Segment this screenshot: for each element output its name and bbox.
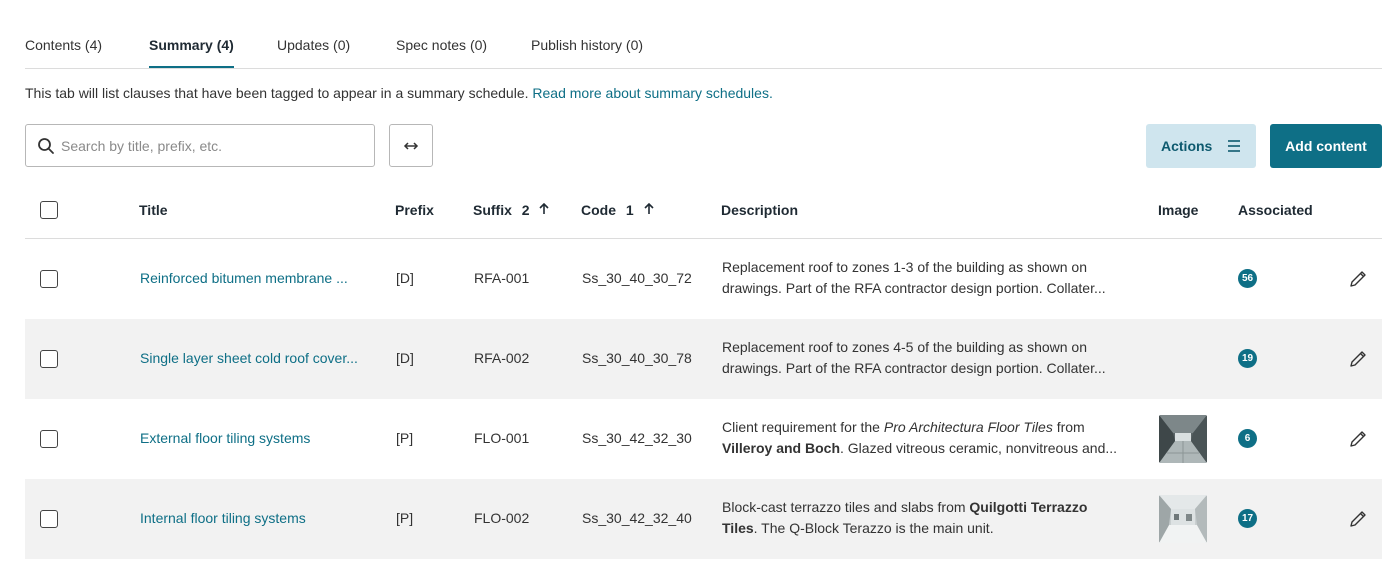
header-associated[interactable]: Associated [1238,202,1313,218]
intro-text: This tab will list clauses that have bee… [25,85,773,101]
search-icon [38,138,54,154]
row-suffix: FLO-001 [474,430,530,446]
sort-up-icon [644,203,654,214]
tab-contents[interactable]: Contents (4) [25,37,102,53]
row-suffix: RFA-001 [474,270,530,286]
row-suffix: RFA-002 [474,350,530,366]
row-prefix: [D] [396,270,414,286]
row-image-thumbnail[interactable] [1159,415,1207,463]
suffix-sort-order: 2 [521,202,530,218]
row-prefix: [D] [396,350,414,366]
header-prefix[interactable]: Prefix [395,202,434,218]
row-title-link[interactable]: External floor tiling systems [140,430,310,446]
tab-summary[interactable]: Summary (4) [149,37,234,68]
row-title-link[interactable]: Reinforced bitumen membrane ... [140,270,348,286]
associated-count-badge[interactable]: 56 [1238,269,1257,288]
row-checkbox[interactable] [40,510,58,528]
actions-button[interactable]: Actions [1146,124,1256,168]
header-title[interactable]: Title [139,202,168,218]
intro-description: This tab will list clauses that have bee… [25,85,533,101]
desc-manufacturer: Tiles [722,520,754,536]
row-prefix: [P] [396,510,414,526]
add-content-button[interactable]: Add content [1270,124,1382,168]
menu-icon [1228,140,1240,152]
row-title-link[interactable]: Single layer sheet cold roof cover... [140,350,358,366]
row-description-line: Replacement roof to zones 1-3 of the bui… [722,259,1088,275]
table-row[interactable]: External floor tiling systems [P] FLO-00… [25,399,1382,479]
row-description-line: Client requirement for the Pro Architect… [722,417,1127,438]
tab-spec-notes[interactable]: Spec notes (0) [396,37,487,53]
interior-photo-icon [1159,495,1207,543]
desc-manufacturer: Villeroy and Boch [722,440,840,456]
row-code: Ss_30_40_30_72 [582,270,692,286]
row-description-line: Tiles. The Q-Block Terazzo is the main u… [722,518,1127,539]
row-description: Block-cast terrazzo tiles and slabs from… [722,497,1132,539]
row-description-line: Replacement roof to zones 4-5 of the bui… [722,339,1088,355]
search-input[interactable] [61,126,361,165]
row-description: Replacement roof to zones 4-5 of the bui… [722,337,1132,379]
row-description-line: drawings. Part of the RFA contractor des… [722,280,1106,296]
row-description-line: drawings. Part of the RFA contractor des… [722,360,1106,376]
pencil-edit-icon[interactable] [1348,429,1368,449]
row-title-link[interactable]: Internal floor tiling systems [140,510,306,526]
expand-columns-button[interactable] [389,124,433,167]
row-checkbox[interactable] [40,350,58,368]
header-suffix-label: Suffix [473,202,512,218]
tab-publish-history[interactable]: Publish history (0) [531,37,643,53]
table-row[interactable]: Reinforced bitumen membrane ... [D] RFA-… [25,239,1382,319]
pencil-edit-icon[interactable] [1348,509,1368,529]
sort-up-icon [539,203,550,214]
actions-label: Actions [1161,138,1213,154]
row-description: Replacement roof to zones 1-3 of the bui… [722,257,1132,299]
pencil-edit-icon[interactable] [1348,269,1368,289]
header-description[interactable]: Description [721,202,798,218]
row-suffix: FLO-002 [474,510,530,526]
row-checkbox[interactable] [40,430,58,448]
desc-text: Client requirement for the [722,419,884,435]
tab-updates[interactable]: Updates (0) [277,37,350,53]
desc-product-name: Pro Architectura Floor Tiles [883,419,1053,435]
row-description: Client requirement for the Pro Architect… [722,417,1132,459]
select-all-checkbox[interactable] [40,201,58,219]
search-box [25,124,375,167]
corridor-photo-icon [1159,415,1207,463]
header-suffix[interactable]: Suffix 2 [473,202,550,218]
horizontal-arrows-icon [403,142,419,150]
associated-count-badge[interactable]: 17 [1238,509,1257,528]
header-image: Image [1158,202,1199,218]
code-sort-order: 1 [625,202,634,218]
associated-count-badge[interactable]: 6 [1238,429,1257,448]
desc-text: . Glazed vitreous ceramic, nonvitreous a… [840,440,1118,456]
header-code-label: Code [581,202,616,218]
table-row[interactable]: Single layer sheet cold roof cover... [D… [25,319,1382,399]
row-prefix: [P] [396,430,414,446]
table-header: Title Prefix Suffix 2 Code 1 Description… [25,185,1382,239]
row-description-line: Villeroy and Boch. Glazed vitreous ceram… [722,438,1127,459]
row-checkbox[interactable] [40,270,58,288]
desc-text: from [1052,419,1085,435]
tab-bar: Contents (4) Summary (4) Updates (0) Spe… [25,28,1382,69]
desc-manufacturer: Quilgotti Terrazzo [969,499,1088,515]
pencil-edit-icon[interactable] [1348,349,1368,369]
row-code: Ss_30_42_32_40 [582,510,692,526]
row-image-thumbnail[interactable] [1159,495,1207,543]
associated-count-badge[interactable]: 19 [1238,349,1257,368]
row-description-line: Block-cast terrazzo tiles and slabs from… [722,497,1127,518]
row-code: Ss_30_42_32_30 [582,430,692,446]
desc-text: . The Q-Block Terazzo is the main unit. [753,520,994,536]
header-code[interactable]: Code 1 [581,202,654,218]
row-code: Ss_30_40_30_78 [582,350,692,366]
desc-text: Block-cast terrazzo tiles and slabs from [722,499,970,515]
summary-schedules-link[interactable]: Read more about summary schedules. [532,85,772,101]
table-row[interactable]: Internal floor tiling systems [P] FLO-00… [25,479,1382,559]
